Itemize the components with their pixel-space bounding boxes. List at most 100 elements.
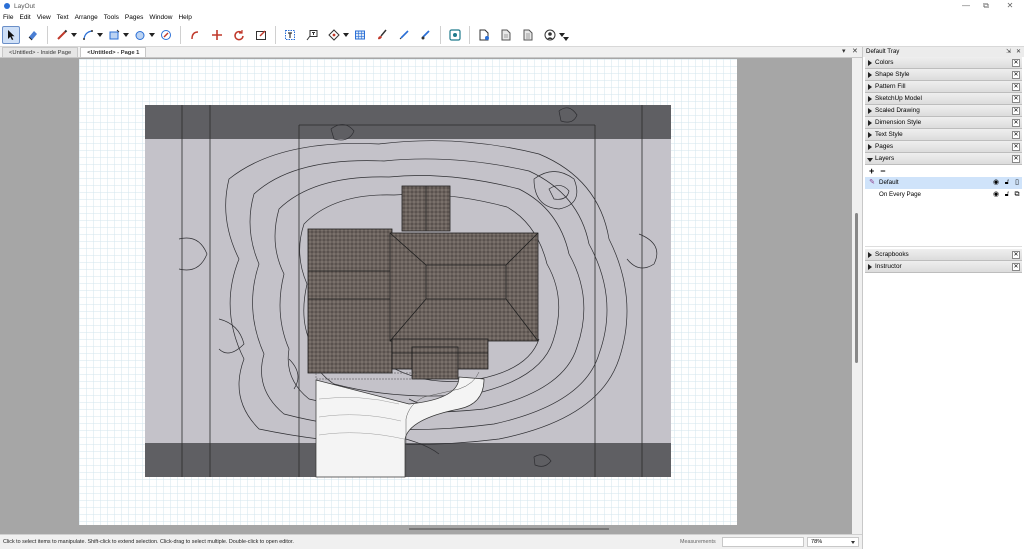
status-bar: Click to select items to manipulate. Shi… <box>0 534 862 549</box>
split-line-tool-button[interactable] <box>417 26 435 44</box>
arc-tool-button[interactable] <box>79 26 97 44</box>
panel-pages[interactable]: Pages ✕ <box>865 141 1022 153</box>
drawing-canvas[interactable] <box>0 58 852 534</box>
toolbar-overflow-dropdown[interactable] <box>563 30 569 48</box>
close-panel-icon[interactable]: ✕ <box>1012 131 1020 139</box>
panel-pattern-fill[interactable]: Pattern Fill ✕ <box>865 81 1022 93</box>
duplicate-page-button[interactable] <box>497 26 515 44</box>
rectangle-tool-button[interactable] <box>105 26 123 44</box>
close-panel-icon[interactable]: ✕ <box>1012 71 1020 79</box>
split-tool-button[interactable] <box>186 26 204 44</box>
offset-tool-button[interactable] <box>157 26 175 44</box>
horizontal-scrollbar[interactable] <box>409 528 609 530</box>
eraser-tool-button[interactable] <box>24 26 42 44</box>
add-page-icon <box>479 29 489 40</box>
close-panel-icon[interactable]: ✕ <box>1012 83 1020 91</box>
add-page-button[interactable] <box>475 26 493 44</box>
table-tool-button[interactable] <box>351 26 369 44</box>
panel-label: Text Style <box>875 131 903 138</box>
panel-layers[interactable]: Layers ✕ <box>865 153 1022 165</box>
menu-window[interactable]: Window <box>146 14 175 21</box>
document-page[interactable] <box>79 59 737 530</box>
close-panel-icon[interactable]: ✕ <box>1012 119 1020 127</box>
style-tool-button[interactable] <box>373 26 391 44</box>
sketchup-model-viewport[interactable] <box>79 59 737 525</box>
remove-layer-button[interactable]: − <box>880 166 885 176</box>
panel-scaled-drawing[interactable]: Scaled Drawing ✕ <box>865 105 1022 117</box>
start-presentation-button[interactable] <box>446 26 464 44</box>
close-window-button[interactable]: ✕ <box>996 0 1024 12</box>
page-icon[interactable]: ▯ <box>1013 179 1021 187</box>
toolbar-separator <box>440 25 441 44</box>
close-panel-icon[interactable]: ✕ <box>1012 59 1020 67</box>
scale-icon <box>256 30 266 40</box>
select-tool-button[interactable] <box>2 25 20 44</box>
dimension-tool-button[interactable] <box>325 26 343 44</box>
menu-help[interactable]: Help <box>175 14 194 21</box>
rotate-tool-button[interactable] <box>230 26 248 44</box>
close-tab-icon[interactable]: ✕ <box>852 47 858 55</box>
panel-label: Dimension Style <box>875 119 922 126</box>
close-panel-icon[interactable]: ✕ <box>1012 155 1020 163</box>
tab-list-icon[interactable]: ▾ <box>842 47 846 55</box>
text-tool-button[interactable] <box>281 26 299 44</box>
pencil-icon: ✎ <box>869 179 875 186</box>
zoom-select[interactable]: 78% <box>807 537 859 547</box>
tab-page-1[interactable]: <Untitled> - Page 1 <box>80 47 147 57</box>
line-tool-dropdown[interactable] <box>71 26 77 44</box>
lock-icon[interactable]: 🔓︎ <box>1003 179 1011 187</box>
scroll-thumb[interactable] <box>855 213 858 363</box>
account-button[interactable] <box>541 26 559 44</box>
join-tool-button[interactable] <box>208 26 226 44</box>
panel-scrapbooks[interactable]: Scrapbooks ✕ <box>865 249 1022 261</box>
sample-tool-button[interactable] <box>395 26 413 44</box>
delete-page-button[interactable] <box>519 26 537 44</box>
panel-text-style[interactable]: Text Style ✕ <box>865 129 1022 141</box>
vertical-scrollbar[interactable] <box>852 58 862 534</box>
close-panel-icon[interactable]: ✕ <box>1012 95 1020 103</box>
measurements-field[interactable] <box>722 537 804 547</box>
line-tool-button[interactable] <box>53 26 71 44</box>
eye-icon[interactable]: ◉ <box>992 191 1000 199</box>
toolbar-separator <box>275 25 276 44</box>
label-icon <box>306 29 318 40</box>
shared-pages-icon[interactable]: ⧉ <box>1013 191 1021 199</box>
menu-arrange[interactable]: Arrange <box>72 14 101 21</box>
toolbar-separator <box>180 25 181 44</box>
panel-label: Shape Style <box>875 71 910 78</box>
menu-view[interactable]: View <box>34 14 54 21</box>
eye-icon[interactable]: ◉ <box>992 179 1000 187</box>
layer-row-default[interactable]: ✎ Default ◉ 🔓︎ ▯ <box>865 177 1022 189</box>
menu-tools[interactable]: Tools <box>101 14 122 21</box>
close-panel-icon[interactable]: ✕ <box>1012 251 1020 259</box>
close-tray-icon[interactable]: ✕ <box>1016 47 1021 57</box>
tab-inside-page[interactable]: <Untitled> - Inside Page <box>2 47 79 57</box>
menu-edit[interactable]: Edit <box>16 14 33 21</box>
close-panel-icon[interactable]: ✕ <box>1012 263 1020 271</box>
panel-label: Pages <box>875 143 894 150</box>
close-panel-icon[interactable]: ✕ <box>1012 143 1020 151</box>
label-tool-button[interactable] <box>303 26 321 44</box>
panel-shape-style[interactable]: Shape Style ✕ <box>865 69 1022 81</box>
sample-icon <box>399 29 409 39</box>
circle-tool-dropdown[interactable] <box>149 26 155 44</box>
page-icon <box>501 29 511 40</box>
dimension-tool-dropdown[interactable] <box>343 26 349 44</box>
scale-tool-button[interactable] <box>252 26 270 44</box>
panel-instructor[interactable]: Instructor ✕ <box>865 261 1022 273</box>
add-layer-button[interactable]: + <box>869 166 874 176</box>
panel-dimension-style[interactable]: Dimension Style ✕ <box>865 117 1022 129</box>
panel-colors[interactable]: Colors ✕ <box>865 57 1022 69</box>
close-panel-icon[interactable]: ✕ <box>1012 107 1020 115</box>
circle-tool-button[interactable] <box>131 26 149 44</box>
panel-sketchup-model[interactable]: SketchUp Model ✕ <box>865 93 1022 105</box>
layer-row-on-every-page[interactable]: On Every Page ◉ 🔓︎ ⧉ <box>865 189 1022 201</box>
lock-icon[interactable]: 🔓︎ <box>1003 191 1011 199</box>
menu-text[interactable]: Text <box>54 14 72 21</box>
menu-pages[interactable]: Pages <box>122 14 146 21</box>
menu-file[interactable]: File <box>0 14 16 21</box>
app-title: LayOut <box>14 2 35 10</box>
rectangle-tool-dropdown[interactable] <box>123 26 129 44</box>
pin-tray-icon[interactable]: ⇲ <box>1006 47 1011 57</box>
arc-tool-dropdown[interactable] <box>97 26 103 44</box>
